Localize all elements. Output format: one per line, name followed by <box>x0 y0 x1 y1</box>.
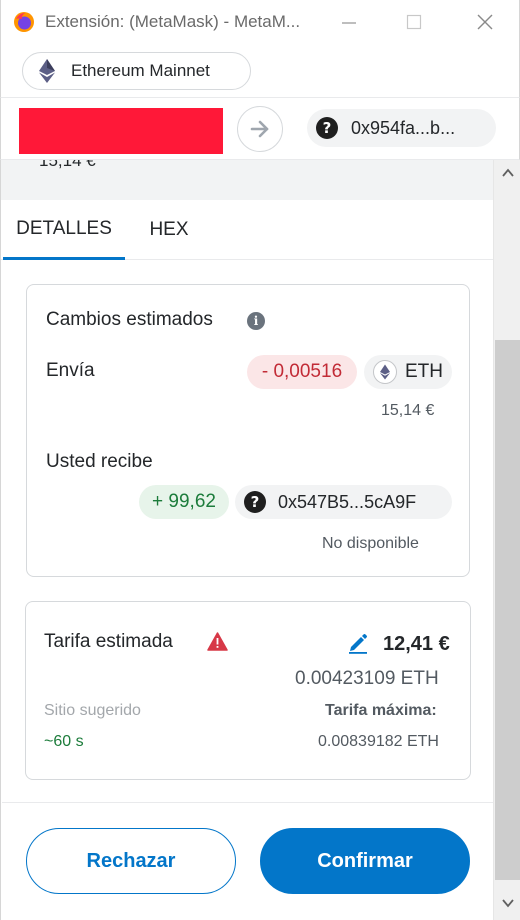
receive-label: Usted recibe <box>46 451 153 472</box>
send-amount-pill: - 0,00516 <box>247 355 357 389</box>
scroll-up-icon[interactable] <box>501 166 515 180</box>
estimated-fee-card: Tarifa estimada 12,41 € 0.00423109 ETH S… <box>25 601 471 780</box>
minimize-icon <box>342 22 356 24</box>
estimated-fee-title: Tarifa estimada <box>44 631 173 652</box>
summary-strip: 15,14 € <box>1 160 493 200</box>
maximize-button[interactable] <box>402 9 426 35</box>
max-fee-value: 0.00839182 ETH <box>318 733 439 750</box>
tab-bar: DETALLES HEX <box>1 200 493 260</box>
redacted-sender <box>19 108 223 154</box>
fee-fiat-value: 12,41 € <box>383 633 450 655</box>
maximize-icon <box>406 14 422 30</box>
close-icon <box>477 14 493 30</box>
send-label: Envía <box>46 360 95 381</box>
confirm-button[interactable]: Confirmar <box>260 828 470 894</box>
estimated-changes-title: Cambios estimados <box>46 309 213 330</box>
ethereum-icon <box>39 59 55 83</box>
receive-token-address: 0x547B5...5cA9F <box>278 491 417 512</box>
receive-fiat-value: No disponible <box>322 535 419 552</box>
estimated-changes-card: Cambios estimados i Envía - 0,00516 ETH … <box>26 284 470 577</box>
network-bar: Ethereum Mainnet <box>0 45 520 97</box>
recipient-address-pill[interactable]: ? 0x954fa...b... <box>307 109 496 147</box>
account-row: ? 0x954fa...b... <box>0 97 520 160</box>
receive-token-pill[interactable]: ? 0x547B5...5cA9F <box>235 485 452 519</box>
window-titlebar: Extensión: (MetaMask) - MetaM... <box>0 0 520 45</box>
send-amount: - 0,00516 <box>261 361 343 382</box>
recipient-address: 0x954fa...b... <box>351 117 456 138</box>
ethereum-icon <box>373 360 397 384</box>
scrollbar-thumb[interactable] <box>495 340 520 880</box>
send-token-pill[interactable]: ETH <box>364 355 452 389</box>
action-footer: Rechazar Confirmar <box>2 802 493 920</box>
receive-amount-pill: + 99,62 <box>139 485 229 519</box>
network-selector[interactable]: Ethereum Mainnet <box>22 52 251 90</box>
scroll-down-icon[interactable] <box>501 896 515 910</box>
reject-button[interactable]: Rechazar <box>26 828 236 894</box>
minimize-button[interactable] <box>337 9 361 35</box>
fee-eth-value: 0.00423109 ETH <box>295 668 439 689</box>
send-fiat-value: 15,14 € <box>381 402 435 419</box>
close-button[interactable] <box>473 9 497 35</box>
estimated-time: ~60 s <box>44 733 84 750</box>
send-token-symbol: ETH <box>405 361 443 382</box>
tab-details[interactable]: DETALLES <box>3 200 125 260</box>
window-title: Extensión: (MetaMask) - MetaM... <box>45 12 301 31</box>
unknown-token-icon: ? <box>244 491 266 513</box>
pencil-icon[interactable] <box>347 632 369 654</box>
arrow-right-icon <box>237 106 283 152</box>
receive-amount: + 99,62 <box>152 491 216 512</box>
vertical-scrollbar[interactable] <box>493 160 520 920</box>
network-label: Ethereum Mainnet <box>71 61 210 80</box>
transaction-scroll-area[interactable]: 15,14 € DETALLES HEX Cambios estimados i… <box>0 160 520 920</box>
site-suggested-label: Sitio sugerido <box>44 702 141 719</box>
firefox-icon <box>14 12 34 32</box>
tab-hex[interactable]: HEX <box>137 200 201 260</box>
info-icon[interactable]: i <box>247 312 265 330</box>
unknown-account-icon: ? <box>316 117 338 139</box>
partial-fiat-value: 15,14 € <box>39 160 96 170</box>
max-fee-label: Tarifa máxima: <box>325 702 437 719</box>
warning-icon[interactable] <box>207 632 228 651</box>
